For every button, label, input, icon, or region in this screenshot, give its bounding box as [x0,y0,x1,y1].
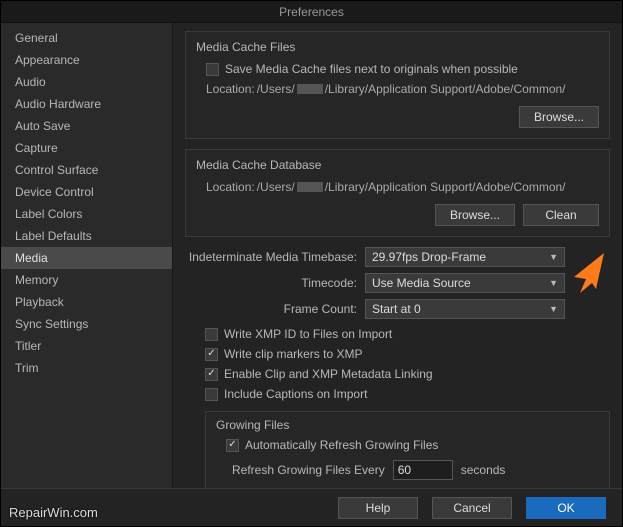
sidebar-item-label-defaults[interactable]: Label Defaults [1,225,172,247]
refresh-interval-input[interactable] [393,460,453,480]
sidebar-item-sync-settings[interactable]: Sync Settings [1,313,172,335]
cache-db-location: Location: /Users//Library/Application Su… [196,178,599,196]
sidebar-item-audio[interactable]: Audio [1,71,172,93]
main-panel: Media Cache Files Save Media Cache files… [173,23,622,489]
timebase-label: Indeterminate Media Timebase: [185,250,357,264]
save-next-to-originals-label: Save Media Cache files next to originals… [225,62,518,76]
chevron-down-icon: ▼ [549,278,558,288]
sidebar-item-audio-hardware[interactable]: Audio Hardware [1,93,172,115]
sidebar-item-memory[interactable]: Memory [1,269,172,291]
auto-refresh-label: Automatically Refresh Growing Files [245,438,438,452]
refresh-interval-unit: seconds [461,463,506,477]
frame-count-dropdown[interactable]: Start at 0 ▼ [365,299,565,319]
media-cache-files-section: Media Cache Files Save Media Cache files… [185,31,610,139]
write-clip-markers-checkbox[interactable] [205,348,218,361]
cancel-button[interactable]: Cancel [432,497,512,519]
auto-refresh-checkbox[interactable] [226,439,239,452]
sidebar-item-appearance[interactable]: Appearance [1,49,172,71]
growing-files-title: Growing Files [216,418,599,432]
sidebar-item-titler[interactable]: Titler [1,335,172,357]
growing-files-group: Growing Files Automatically Refresh Grow… [205,411,610,489]
include-captions-label: Include Captions on Import [224,387,367,401]
help-button[interactable]: Help [338,497,418,519]
chevron-down-icon: ▼ [549,252,558,262]
write-xmp-id-checkbox[interactable] [205,328,218,341]
ok-button[interactable]: OK [526,497,606,519]
include-captions-checkbox[interactable] [205,388,218,401]
sidebar-item-device-control[interactable]: Device Control [1,181,172,203]
write-xmp-id-label: Write XMP ID to Files on Import [224,327,392,341]
enable-clip-xmp-label: Enable Clip and XMP Metadata Linking [224,367,433,381]
save-next-to-originals-checkbox[interactable] [206,63,219,76]
frame-count-label: Frame Count: [185,302,357,316]
sidebar-item-label-colors[interactable]: Label Colors [1,203,172,225]
window-title: Preferences [279,5,344,19]
sidebar-item-playback[interactable]: Playback [1,291,172,313]
timecode-label: Timecode: [185,276,357,290]
sidebar-item-trim[interactable]: Trim [1,357,172,379]
timecode-dropdown[interactable]: Use Media Source ▼ [365,273,565,293]
sidebar-item-general[interactable]: General [1,27,172,49]
media-cache-database-section: Media Cache Database Location: /Users//L… [185,149,610,237]
sidebar-item-control-surface[interactable]: Control Surface [1,159,172,181]
redacted-user [297,182,323,192]
sidebar-item-auto-save[interactable]: Auto Save [1,115,172,137]
sidebar-item-capture[interactable]: Capture [1,137,172,159]
sidebar-item-media[interactable]: Media [1,247,172,269]
write-clip-markers-label: Write clip markers to XMP [224,347,362,361]
chevron-down-icon: ▼ [549,304,558,314]
enable-clip-xmp-checkbox[interactable] [205,368,218,381]
cache-files-location: Location: /Users//Library/Application Su… [196,80,599,98]
watermark-text: RepairWin.com [9,505,98,520]
timebase-dropdown[interactable]: 29.97fps Drop-Frame ▼ [365,247,565,267]
section-title: Media Cache Database [196,158,599,172]
preferences-sidebar: General Appearance Audio Audio Hardware … [1,23,173,489]
cache-files-browse-button[interactable]: Browse... [519,106,599,128]
section-title: Media Cache Files [196,40,599,54]
cache-db-clean-button[interactable]: Clean [523,204,599,226]
refresh-interval-label: Refresh Growing Files Every [232,463,385,477]
redacted-user [297,84,323,94]
window-titlebar: Preferences [1,1,622,23]
cache-db-browse-button[interactable]: Browse... [435,204,515,226]
